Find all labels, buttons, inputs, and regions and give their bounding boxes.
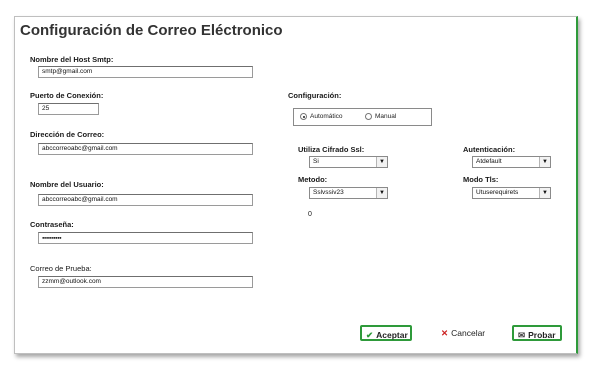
config-label: Configuración:	[288, 91, 342, 100]
auth-select-value: Atdefault	[476, 158, 502, 165]
accept-button[interactable]: ✔ Aceptar	[360, 325, 412, 341]
test-button[interactable]: ✉ Probar	[512, 325, 562, 341]
manual-radio[interactable]	[365, 113, 372, 120]
auth-select[interactable]: Atdefault ▼	[472, 156, 551, 168]
chevron-down-icon: ▼	[539, 188, 550, 198]
method-label: Metodo:	[298, 175, 328, 184]
manual-radio-label: Manual	[375, 113, 397, 120]
test-email-label: Correo de Prueba:	[30, 264, 92, 273]
password-label: Contraseña:	[30, 220, 74, 229]
automatic-radio-label: Automático	[310, 113, 343, 120]
ssl-select[interactable]: Si ▼	[309, 156, 388, 168]
user-label: Nombre del Usuario:	[30, 180, 104, 189]
password-input[interactable]: ●●●●●●●●●●	[38, 232, 253, 244]
email-input[interactable]: abccorreoabc@gmail.com	[38, 143, 253, 155]
port-input[interactable]: 25	[38, 103, 99, 115]
automatic-radio[interactable]	[300, 113, 307, 120]
page-title: Configuración de Correo Eléctronico	[20, 22, 283, 39]
auth-label: Autenticación:	[463, 145, 516, 154]
status-value: 0	[308, 211, 312, 218]
host-label: Nombre del Host Smtp:	[30, 55, 114, 64]
user-input[interactable]: abccorreoabc@gmail.com	[38, 194, 253, 206]
chevron-down-icon: ▼	[376, 188, 387, 198]
send-mail-icon: ✉	[518, 330, 526, 340]
ssl-select-value: Si	[313, 158, 319, 165]
tls-label: Modo Tls:	[463, 175, 499, 184]
x-icon: ✕	[441, 328, 449, 338]
email-label: Dirección de Correo:	[30, 130, 105, 139]
chevron-down-icon: ▼	[376, 157, 387, 167]
chevron-down-icon: ▼	[539, 157, 550, 167]
test-email-input[interactable]: zzmm@outlook.com	[38, 276, 253, 288]
method-select-value: Sslvssiv23	[313, 189, 344, 196]
cancel-button[interactable]: ✕ Cancelar	[437, 325, 492, 341]
tls-select[interactable]: Utuserequirets ▼	[472, 187, 551, 199]
tls-select-value: Utuserequirets	[476, 189, 519, 196]
check-icon: ✔	[366, 330, 374, 340]
config-radio-group: Automático Manual	[293, 108, 432, 126]
method-select[interactable]: Sslvssiv23 ▼	[309, 187, 388, 199]
host-input[interactable]: smtp@gmail.com	[38, 66, 253, 78]
port-label: Puerto de Conexión:	[30, 91, 104, 100]
ssl-label: Utiliza Cifrado Ssl:	[298, 145, 365, 154]
